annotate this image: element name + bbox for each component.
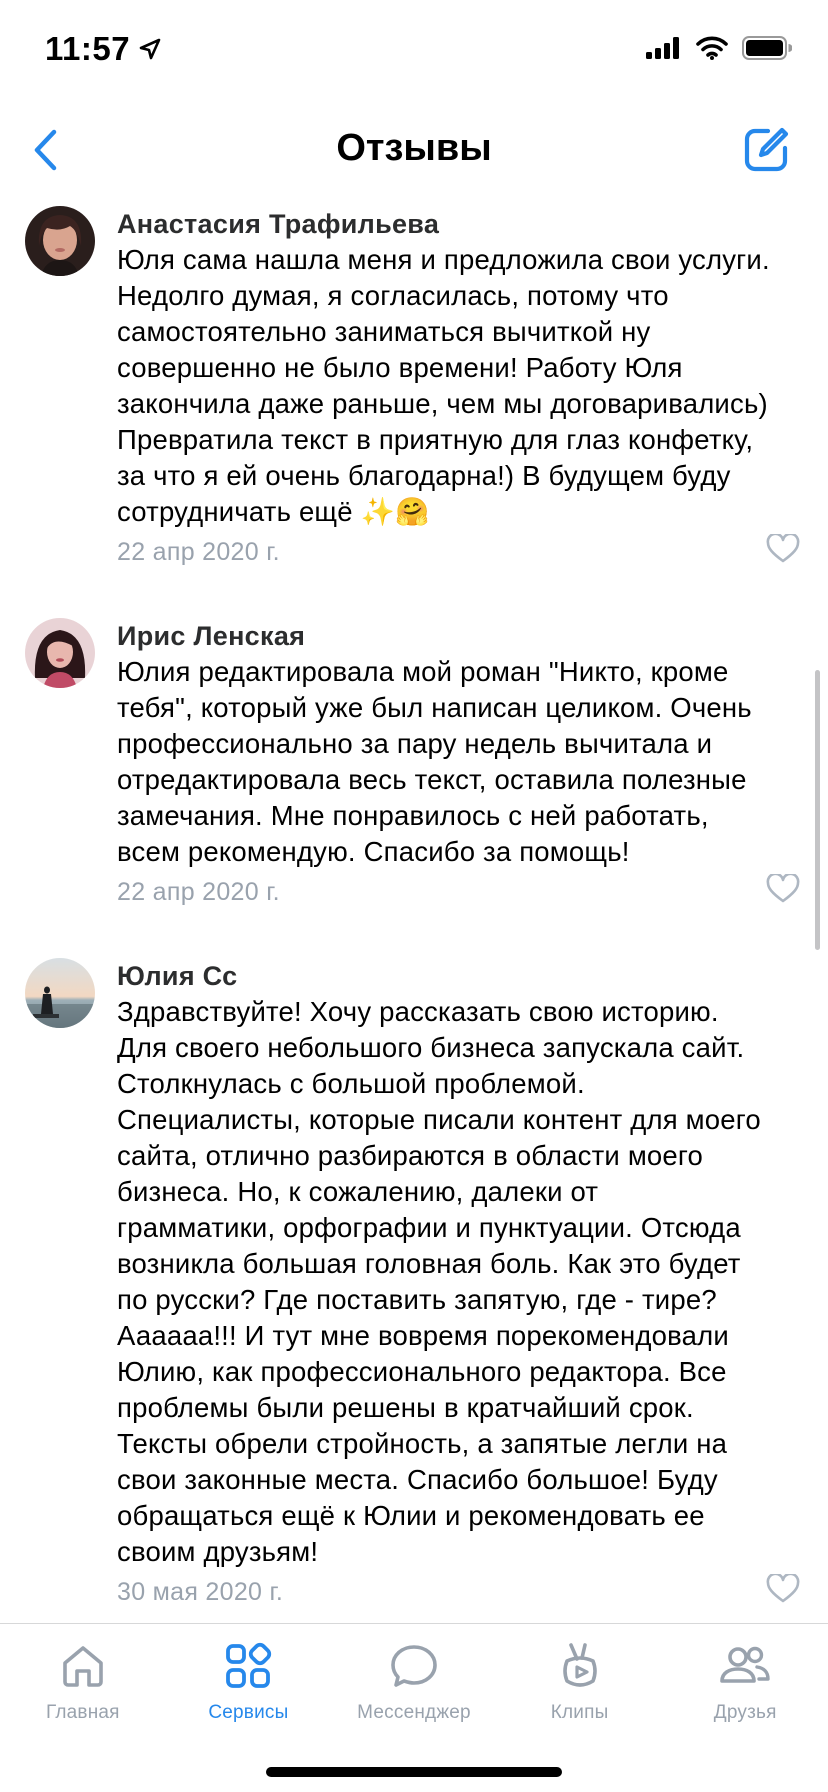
tab-friends[interactable]: Друзья [662, 1624, 828, 1736]
write-review-button[interactable] [736, 120, 796, 180]
scrollbar[interactable] [815, 670, 820, 950]
status-bar: 11:57 [0, 0, 828, 100]
messenger-icon [391, 1645, 437, 1687]
battery-icon [742, 36, 792, 60]
heart-icon [766, 532, 800, 563]
cellular-signal-icon [646, 37, 679, 59]
heart-icon [766, 872, 800, 903]
wifi-icon [696, 36, 728, 60]
like-button[interactable] [766, 872, 800, 904]
review-item: Юлия Сс Здравствуйте! Хочу рассказать св… [0, 952, 828, 1620]
review-date: 30 мая 2020 г. [117, 1578, 284, 1606]
navigation-bar: Отзывы [0, 100, 828, 200]
like-button[interactable] [766, 532, 800, 564]
avatar[interactable] [25, 206, 95, 276]
review-author[interactable]: Анастасия Трафильева [117, 206, 788, 242]
review-author[interactable]: Юлия Сс [117, 958, 788, 994]
services-icon [226, 1642, 272, 1688]
compose-icon [744, 127, 789, 172]
review-date: 22 апр 2020 г. [117, 878, 280, 906]
tab-messenger[interactable]: Мессенджер [331, 1624, 497, 1736]
status-time-text: 11:57 [45, 30, 131, 67]
review-item: Анастасия Трафильева Юля сама нашла меня… [0, 200, 828, 612]
friends-icon [720, 1646, 770, 1683]
home-indicator [266, 1767, 562, 1777]
tab-services[interactable]: Сервисы [166, 1624, 332, 1736]
review-text: Здравствуйте! Хочу рассказать свою истор… [117, 996, 761, 1567]
tab-home[interactable]: Главная [0, 1624, 166, 1736]
like-button[interactable] [766, 1572, 800, 1604]
home-icon [62, 1646, 103, 1687]
avatar[interactable] [25, 958, 95, 1028]
clips-icon [562, 1643, 597, 1687]
review-item: Ирис Ленская Юлия редактировала мой рома… [0, 612, 828, 952]
review-author[interactable]: Ирис Ленская [117, 618, 788, 654]
status-indicators [646, 36, 792, 60]
review-date: 22 апр 2020 г. [117, 538, 280, 566]
heart-icon [766, 1572, 800, 1603]
tab-label: Сервисы [208, 1702, 289, 1723]
location-arrow-icon [139, 38, 161, 60]
review-text: Юля сама нашла меня и предложила свои ус… [117, 244, 770, 527]
tab-label: Главная [45, 1702, 120, 1723]
page-title: Отзывы [336, 127, 492, 169]
avatar[interactable] [25, 618, 95, 688]
status-time: 11:57 [45, 30, 162, 68]
tab-clips[interactable]: Клипы [497, 1624, 663, 1736]
reviews-feed[interactable]: Анастасия Трафильева Юля сама нашла меня… [0, 200, 828, 1620]
review-text: Юлия редактировала мой роман "Никто, кро… [117, 656, 752, 867]
tab-bar: Главная Сервисы Мессенджер Клипы Друзья [0, 1623, 828, 1792]
tab-label: Мессенджер [357, 1702, 471, 1723]
tab-label: Друзья [713, 1702, 777, 1723]
tab-label: Клипы [550, 1702, 609, 1723]
